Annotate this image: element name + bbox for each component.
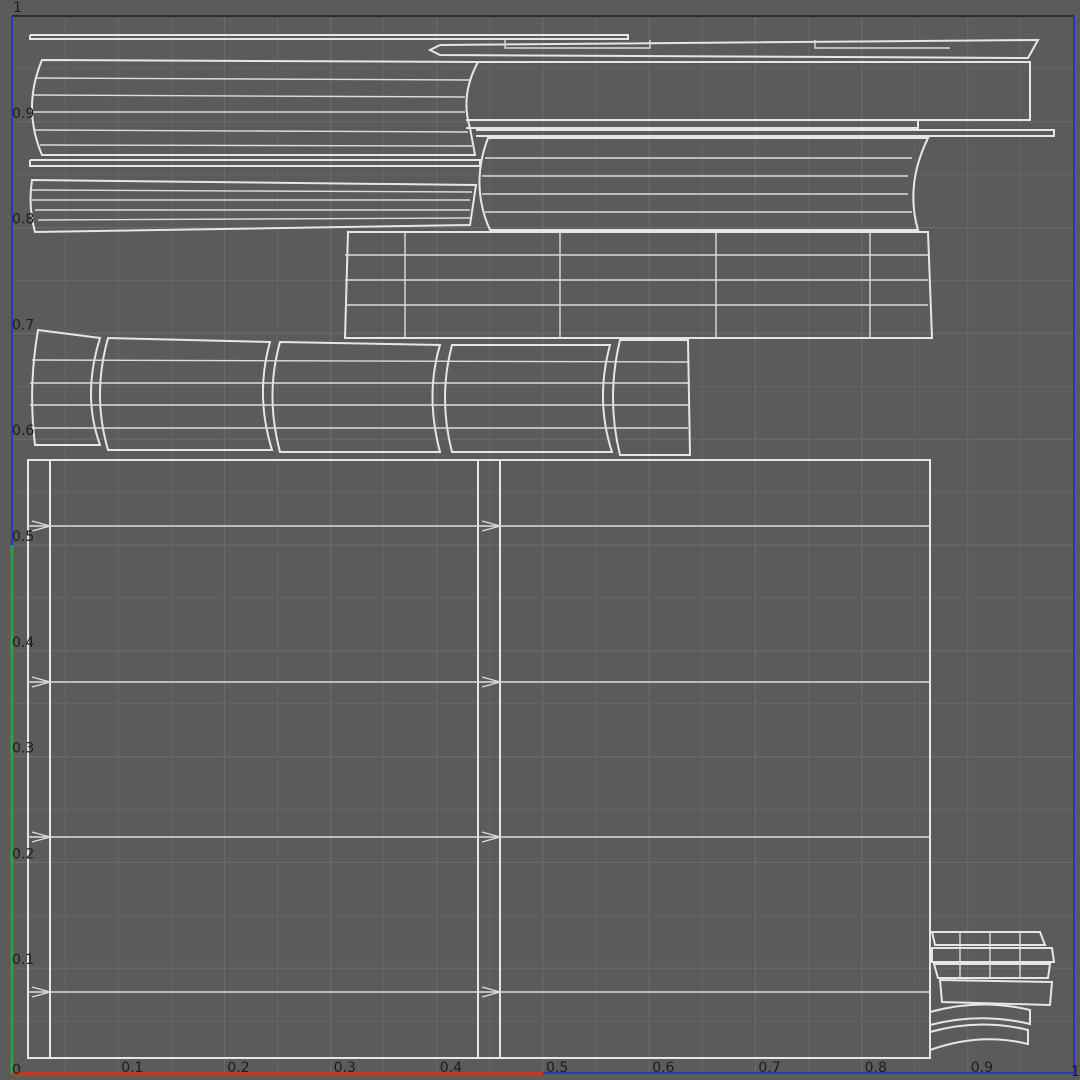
v-tick-label: 0.3 bbox=[12, 741, 34, 757]
v-tick-label: 0.2 bbox=[12, 846, 34, 862]
uv-shell-plank-strips-top[interactable] bbox=[29, 34, 1040, 60]
uv-editor-viewport[interactable]: 1 1 0 0.1 0.2 0.3 0.4 0.5 0.6 0.7 0.8 0.9 0.1 0.2 0… bbox=[0, 0, 1080, 1080]
v-tick-label: 0.4 bbox=[12, 635, 34, 651]
v-tick-label: 0.6 bbox=[12, 423, 34, 439]
u-tick-label: 0.9 bbox=[971, 1060, 993, 1076]
uv-shell-barrel-row[interactable] bbox=[30, 328, 692, 456]
v-tick-label: 0.5 bbox=[12, 529, 34, 545]
u-tick-label: 0.4 bbox=[440, 1060, 462, 1076]
uv-shell-brick-grid[interactable] bbox=[343, 231, 934, 339]
v-tick-label: 0.7 bbox=[12, 317, 34, 333]
u-tick-label: 0.5 bbox=[546, 1060, 568, 1076]
corner-label-top: 1 bbox=[13, 0, 22, 16]
u-tick-label: 0.7 bbox=[758, 1060, 780, 1076]
origin-label: 0 bbox=[12, 1062, 21, 1078]
uv-shell-small-detail-cluster[interactable] bbox=[929, 931, 1056, 1052]
v-tick-label: 0.1 bbox=[12, 952, 34, 968]
u-tick-label: 0.8 bbox=[865, 1060, 887, 1076]
u-tick-label: 0.2 bbox=[227, 1060, 249, 1076]
v-tick-label: 0.8 bbox=[12, 212, 34, 228]
uv-canvas[interactable]: 1 1 0 0.1 0.2 0.3 0.4 0.5 0.6 0.7 0.8 0.9 0.1 0.2 0… bbox=[0, 0, 1080, 1080]
u-tick-label: 0.1 bbox=[121, 1060, 143, 1076]
u-tick-label: 0.6 bbox=[652, 1060, 674, 1076]
u-tick-label: 0.3 bbox=[334, 1060, 356, 1076]
uv-shell-cylinder-lower[interactable] bbox=[29, 137, 930, 234]
v-tick-label: 0.9 bbox=[12, 106, 34, 122]
corner-label-right: 1 bbox=[1071, 1064, 1080, 1080]
uv-tick-labels: 1 1 0 0.1 0.2 0.3 0.4 0.5 0.6 0.7 0.8 0.9 0.1 0.2 0… bbox=[12, 0, 1080, 1080]
